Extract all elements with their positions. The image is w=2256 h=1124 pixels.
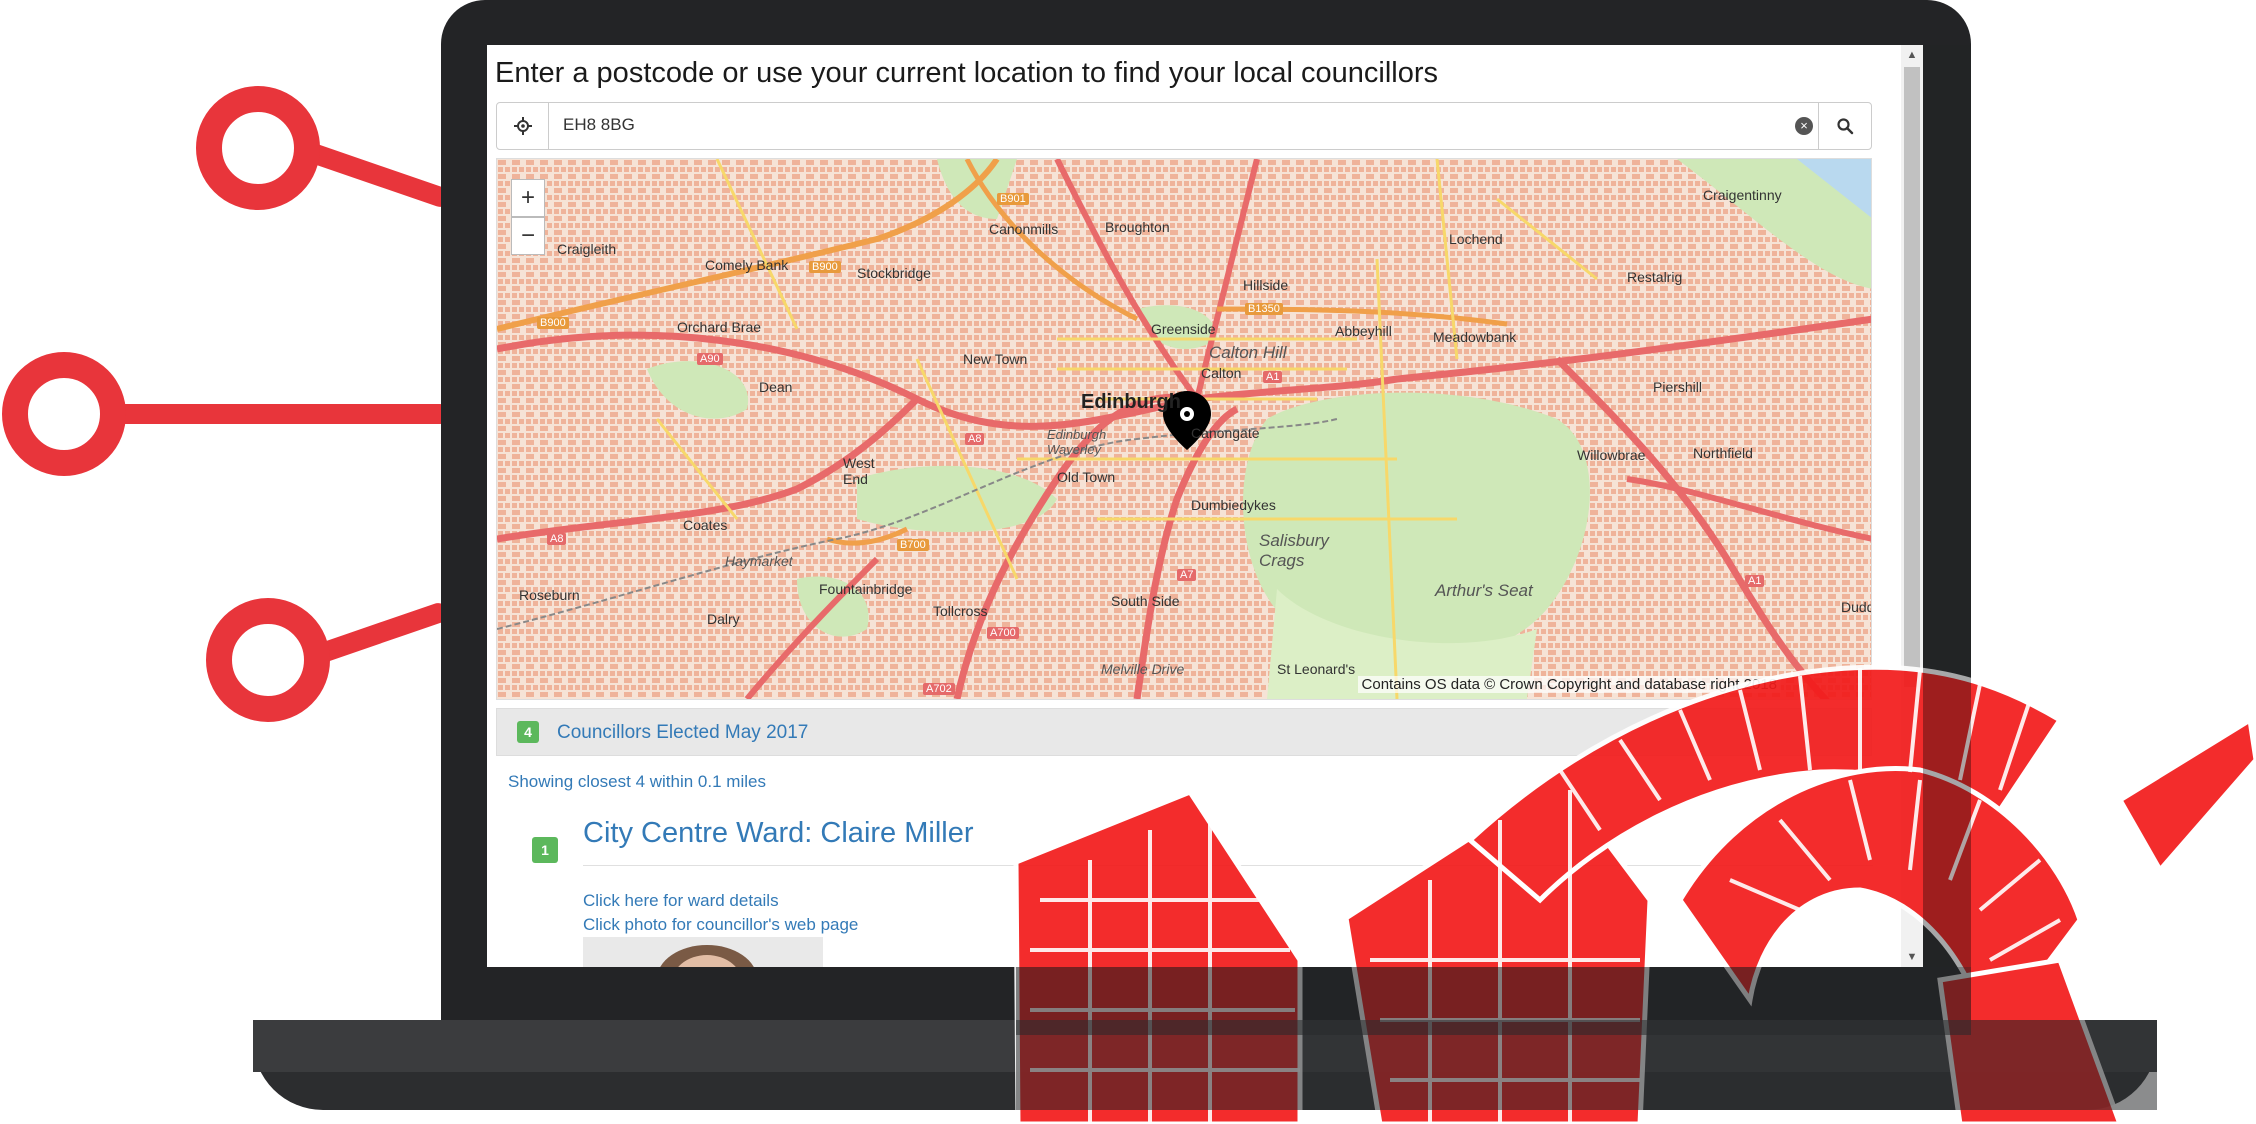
decorative-building-overlay: [1013, 45, 2256, 1124]
